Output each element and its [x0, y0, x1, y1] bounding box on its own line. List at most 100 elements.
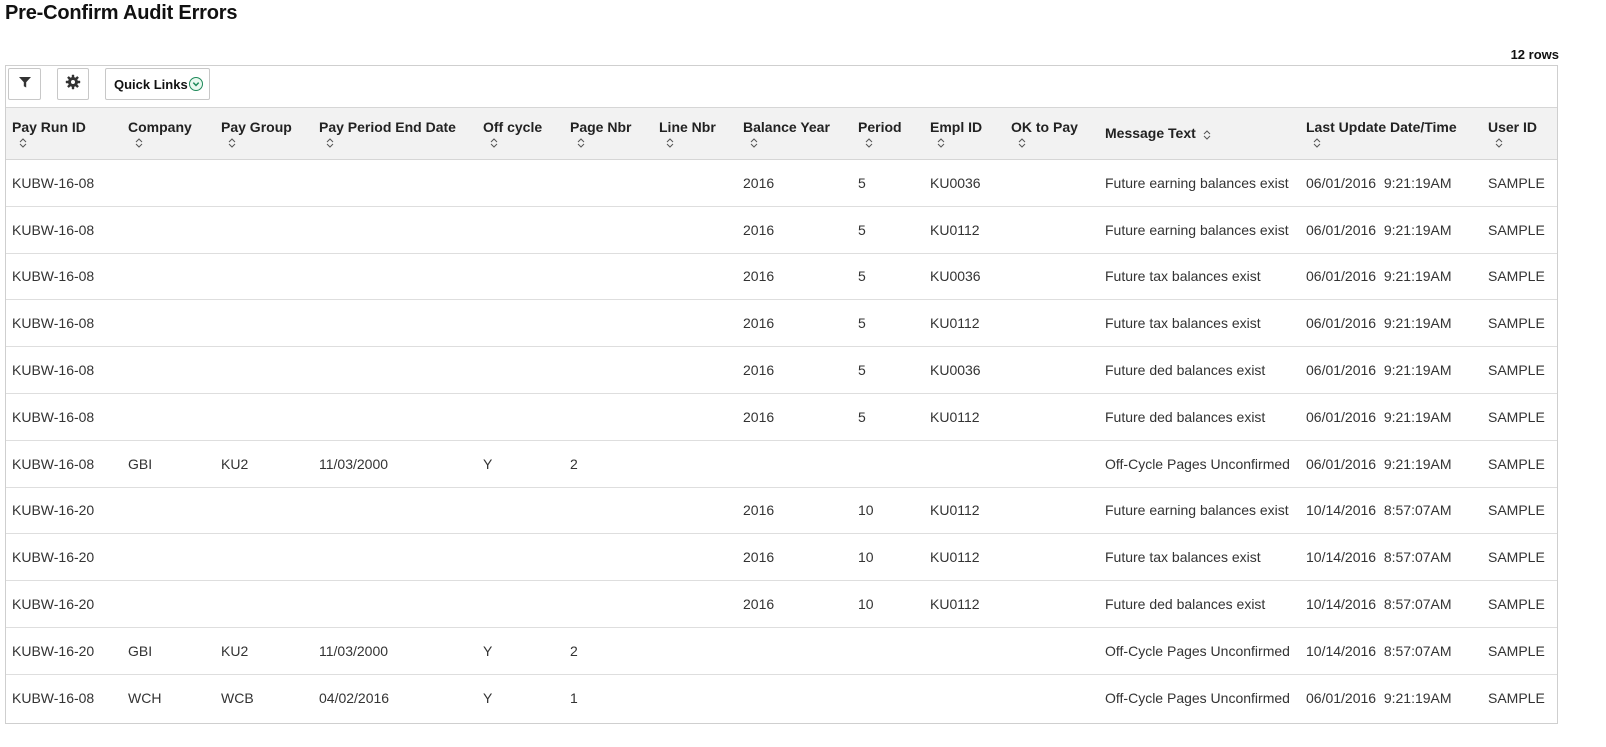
sort-icon[interactable] [133, 136, 145, 148]
table-cell [564, 393, 653, 441]
page-title: Pre-Confirm Audit Errors [5, 2, 238, 24]
column-header-label: OK to Pay [1011, 119, 1078, 135]
table-cell [122, 206, 215, 254]
table-cell [564, 533, 653, 582]
table-cell: 06/01/2016 9:21:19AM [1306, 689, 1452, 706]
table-cell [215, 346, 313, 394]
sort-icon[interactable] [863, 136, 875, 148]
table-cell [215, 253, 313, 301]
table-cell [737, 440, 852, 488]
table-row: KUBW-16-08 2016 5 KU0112 Future earning bala… [6, 206, 1557, 254]
column-header[interactable]: Page Nbr [564, 107, 653, 160]
table-cell [313, 346, 477, 394]
column-header[interactable]: Balance Year [737, 107, 852, 160]
table-row: KUBW-16-20 2016 10 KU0112 Future tax balance… [6, 533, 1557, 582]
table-cell: 2016 [737, 580, 852, 628]
column-header-content: Page Nbr [570, 119, 653, 148]
gear-icon [65, 74, 81, 95]
table-cell [1005, 487, 1099, 535]
sort-icon[interactable] [226, 136, 238, 148]
filter-button[interactable] [8, 68, 41, 100]
column-header[interactable]: Message Text [1099, 107, 1300, 160]
table-cell [852, 440, 924, 488]
column-header-label: Balance Year [743, 119, 830, 135]
table-cell: SAMPLE [1482, 159, 1557, 207]
table-cell: WCH [128, 689, 162, 706]
table-cell [215, 159, 313, 207]
column-header[interactable]: OK to Pay [1005, 107, 1099, 160]
table-cell: KUBW-16-08 [6, 253, 122, 301]
settings-button[interactable] [57, 68, 89, 100]
table-cell: 10 [852, 487, 924, 535]
table-cell: 5 [852, 299, 924, 348]
table-cell: KUBW-16-08 [12, 689, 95, 706]
table-cell: KUBW-16-20 [6, 487, 122, 535]
column-header-label: Message Text [1105, 125, 1196, 141]
table-cell [122, 533, 215, 582]
table-cell [215, 487, 313, 535]
table-cell [653, 487, 737, 535]
table-cell: 5 [852, 253, 924, 301]
table-cell: Future earning balances exist [1099, 206, 1300, 254]
table-cell: 10/14/2016 8:57:07AM [1300, 627, 1482, 675]
audit-errors-table: Pay Run ID Company Pay Group Pay Period End… [6, 107, 1557, 721]
table-body: KUBW-16-08 2016 5 KU0036 Future earning bala… [6, 159, 1557, 722]
column-header[interactable]: Pay Period End Date [313, 107, 477, 160]
grid-toolbar: Quick Links [6, 66, 1557, 106]
column-header[interactable]: Period [852, 107, 924, 160]
table-cell [924, 674, 1005, 721]
sort-icon[interactable] [1016, 136, 1028, 148]
table-cell [313, 253, 477, 301]
table-cell [653, 674, 737, 721]
column-header[interactable]: Pay Run ID [6, 107, 122, 160]
table-cell: SAMPLE [1482, 299, 1557, 348]
column-header-label: Pay Group [221, 119, 292, 135]
column-header-content: Off cycle [483, 119, 564, 148]
sort-icon[interactable] [748, 136, 760, 148]
table-cell: GBI [122, 440, 215, 488]
sort-icon[interactable] [1311, 136, 1323, 148]
table-cell: KUBW-16-08 [6, 346, 122, 394]
table-cell: KUBW-16-08 [6, 206, 122, 254]
column-header[interactable]: Empl ID [924, 107, 1005, 160]
table-row: KUBW-16-08 GBI KU2 11/03/2000 Y 2 Off-Cycle Pa… [6, 440, 1557, 488]
column-header-content: User ID [1488, 119, 1557, 148]
table-cell [477, 159, 564, 207]
table-cell [653, 299, 737, 348]
table-cell: KUBW-16-20 [6, 533, 122, 582]
table-cell [215, 299, 313, 348]
table-cell: 2016 [737, 393, 852, 441]
column-header[interactable]: User ID [1482, 107, 1557, 160]
table-cell: KU0112 [924, 487, 1005, 535]
table-cell: 5 [852, 346, 924, 394]
column-header[interactable]: Company [122, 107, 215, 160]
table-cell: 5 [852, 393, 924, 441]
table-cell: Future ded balances exist [1099, 580, 1300, 628]
table-cell: KU0112 [924, 299, 1005, 348]
column-header[interactable]: Last Update Date/Time [1300, 107, 1482, 160]
table-cell: 06/01/2016 9:21:19AM [1300, 206, 1482, 254]
column-header-label: Period [858, 119, 902, 135]
table-cell: KUBW-16-20 [6, 627, 122, 675]
column-header[interactable]: Off cycle [477, 107, 564, 160]
sort-icon[interactable] [575, 136, 587, 148]
sort-icon[interactable] [17, 136, 29, 148]
table-cell [477, 253, 564, 301]
quick-links-button[interactable]: Quick Links [105, 68, 210, 100]
table-cell: Y [477, 627, 564, 675]
sort-icon[interactable] [488, 136, 500, 148]
sort-icon[interactable] [664, 136, 676, 148]
table-cell [215, 533, 313, 582]
sort-icon[interactable] [1493, 136, 1505, 148]
sort-icon[interactable] [1201, 128, 1213, 140]
table-cell [653, 440, 737, 488]
table-cell: 04/02/2016 [319, 689, 390, 706]
column-header[interactable]: Line Nbr [653, 107, 737, 160]
table-cell: Future ded balances exist [1099, 393, 1300, 441]
sort-icon[interactable] [935, 136, 947, 148]
sort-icon[interactable] [324, 136, 336, 148]
table-cell: 2 [564, 440, 653, 488]
column-header[interactable]: Pay Group [215, 107, 313, 160]
column-header-label: Last Update Date/Time [1306, 119, 1457, 135]
table-cell: Off-Cycle Pages Unconfirmed [1099, 440, 1300, 488]
